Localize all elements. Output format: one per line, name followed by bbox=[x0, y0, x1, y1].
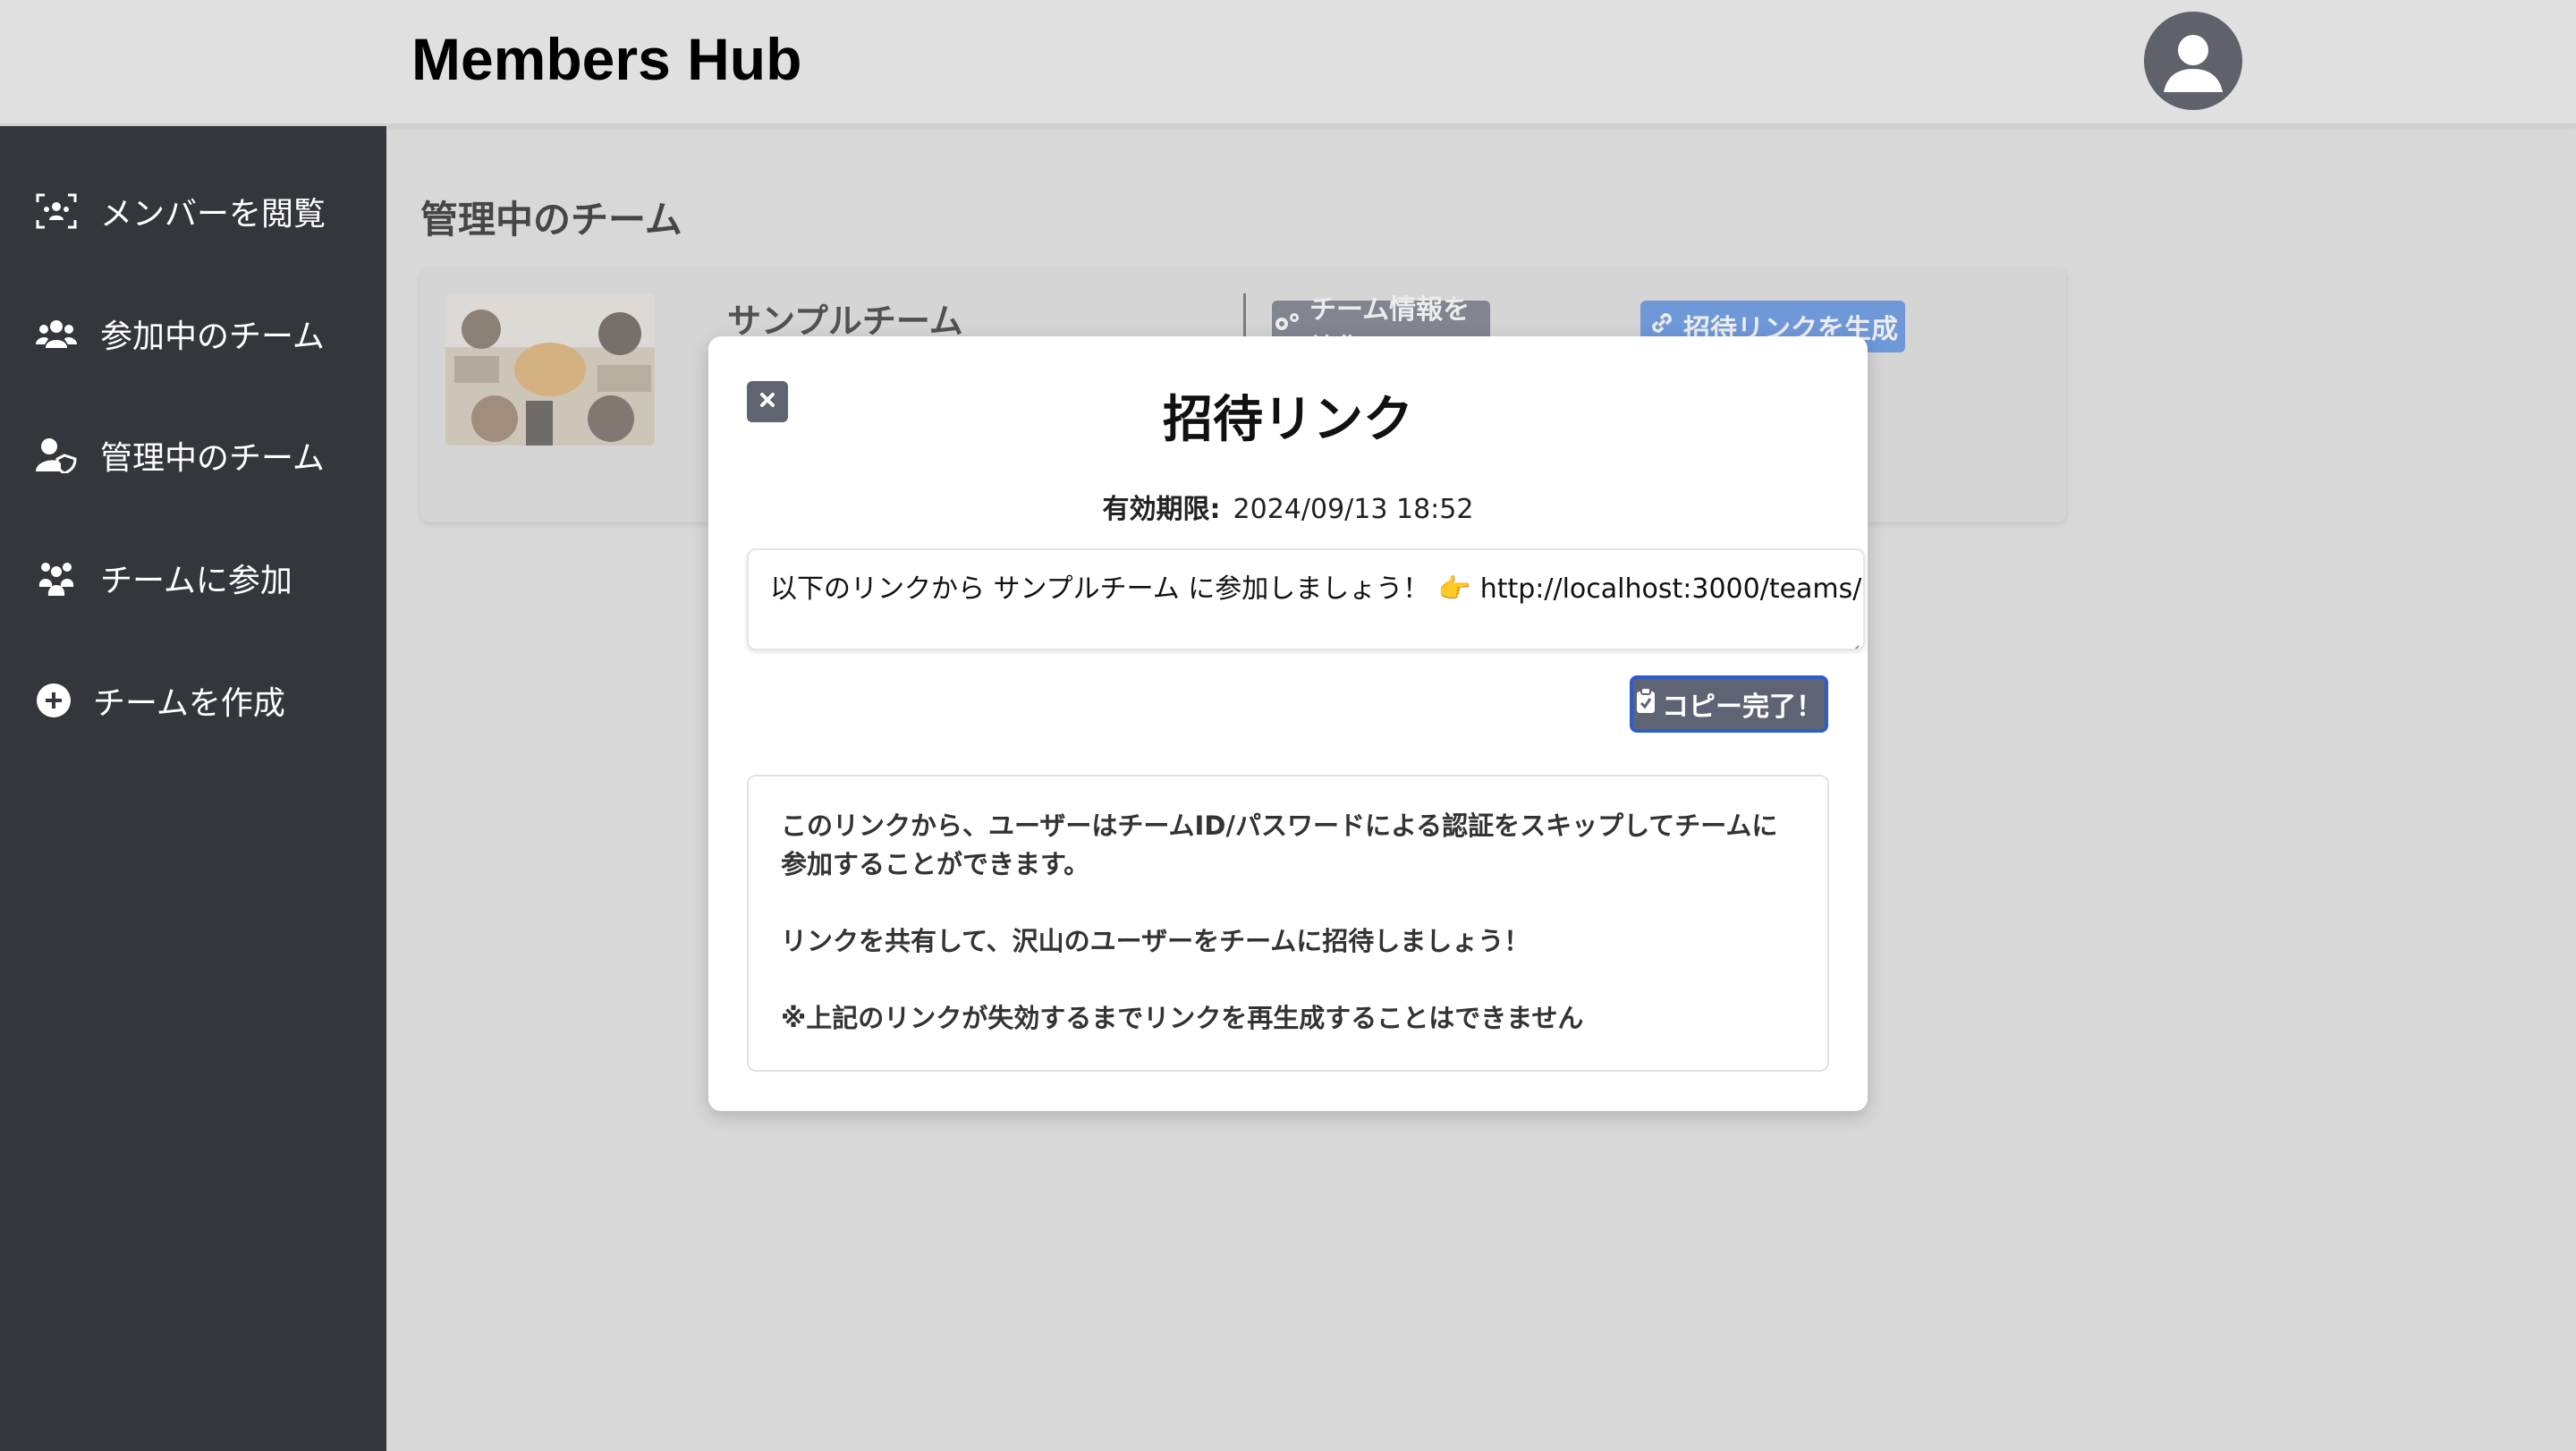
sidebar-item-label: チームに参加 bbox=[100, 563, 292, 599]
sidebar-item-join-team[interactable]: チームに参加 bbox=[36, 553, 292, 603]
invite-link-modal: 招待リンク 有効期限: 2024/09/13 18:52 以下のリンクから サンプ… bbox=[708, 336, 1868, 1111]
resize-handle-icon[interactable] bbox=[1847, 632, 1860, 649]
user-shield-icon bbox=[36, 436, 80, 475]
info-text: リンクを共有して、沢山のユーザーをチームに招待しましょう！ bbox=[781, 926, 1530, 956]
sidebar: メンバーを閲覧 参加中のチーム 管理中のチーム チームに参加 チームを作成 bbox=[0, 126, 386, 1451]
copy-button[interactable]: コピー完了！ bbox=[1630, 675, 1828, 733]
user-avatar-icon[interactable] bbox=[2144, 12, 2242, 110]
invite-link-textarea[interactable]: 以下のリンクから サンプルチーム に参加しましょう！ 👉 http://loca… bbox=[747, 548, 1865, 650]
users-icon bbox=[36, 314, 80, 353]
modal-title: 招待リンク bbox=[1163, 391, 1413, 449]
clipboard-check-icon bbox=[1635, 687, 1657, 721]
sidebar-item-label: チームを作成 bbox=[93, 685, 285, 722]
info-text: ※上記のリンクが失効するまでリンクを再生成することはできません bbox=[781, 1003, 1584, 1033]
sidebar-item-label: 参加中のチーム bbox=[100, 318, 325, 355]
info-text: このリンクから、ユーザーはチームID/パスワードによる認証をスキップしてチームに… bbox=[781, 810, 1778, 879]
copy-button-label: コピー完了！ bbox=[1662, 692, 1823, 723]
plus-circle-icon bbox=[36, 681, 73, 720]
sidebar-item-label: メンバーを閲覧 bbox=[100, 196, 326, 233]
people-group-icon bbox=[36, 558, 80, 598]
sidebar-item-create-team[interactable]: チームを作成 bbox=[36, 675, 285, 726]
expiry-label: 有効期限: bbox=[1102, 494, 1221, 525]
sidebar-item-joined-teams[interactable]: 参加中のチーム bbox=[36, 309, 325, 359]
app-title[interactable]: Members Hub bbox=[411, 25, 801, 93]
info-box: このリンクから、ユーザーはチームID/パスワードによる認証をスキップしてチームに… bbox=[747, 775, 1829, 1072]
sidebar-item-managed-teams[interactable]: 管理中のチーム bbox=[36, 430, 325, 480]
sidebar-item-browse-members[interactable]: メンバーを閲覧 bbox=[36, 186, 326, 236]
expiry-row: 有効期限: 2024/09/13 18:52 bbox=[708, 487, 1868, 526]
app-header: Members Hub bbox=[0, 0, 2576, 126]
invite-link-text: 以下のリンクから サンプルチーム に参加しましょう！ 👉 http://loca… bbox=[770, 573, 1865, 605]
expiry-value: 2024/09/13 18:52 bbox=[1233, 494, 1474, 525]
members-scan-icon bbox=[36, 191, 80, 231]
sidebar-item-label: 管理中のチーム bbox=[100, 440, 325, 477]
